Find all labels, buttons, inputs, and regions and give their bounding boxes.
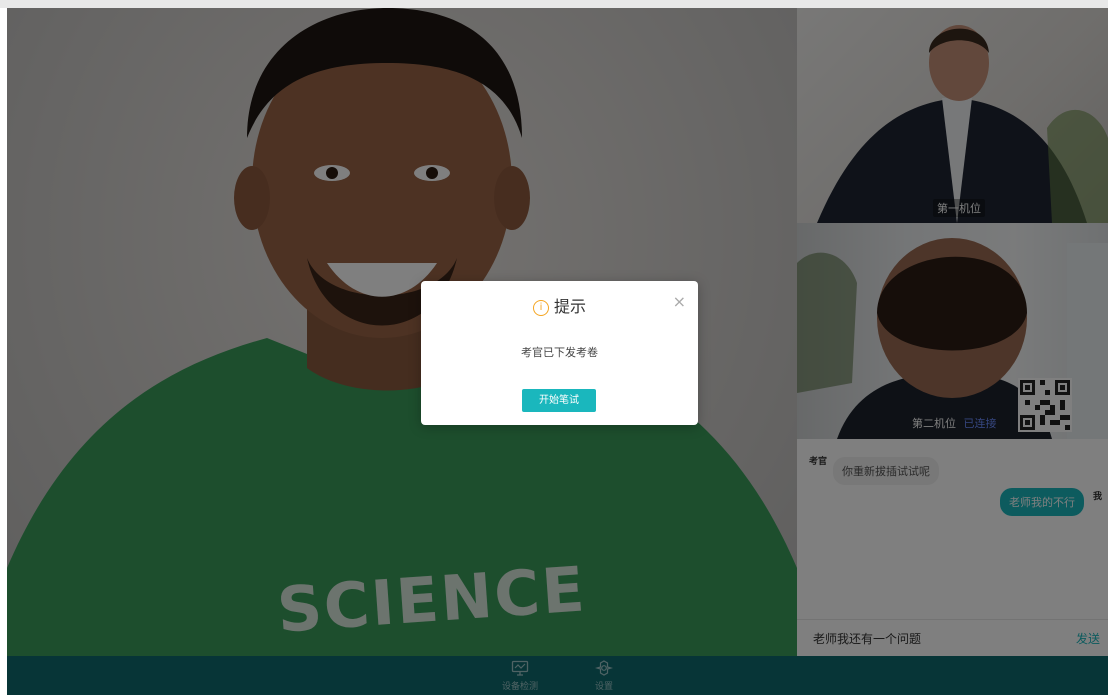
start-exam-button[interactable]: 开始笔试 bbox=[522, 389, 596, 412]
info-icon: i bbox=[532, 300, 549, 316]
dialog-message: 考官已下发考卷 bbox=[521, 346, 598, 359]
dialog-header: i 提示 bbox=[421, 293, 698, 317]
window-top-strip bbox=[0, 0, 1108, 8]
close-icon[interactable]: × bbox=[673, 292, 686, 311]
dialog-title: 提示 bbox=[553, 297, 586, 316]
prompt-dialog: i 提示 × 考官已下发考卷 开始笔试 bbox=[421, 281, 698, 425]
